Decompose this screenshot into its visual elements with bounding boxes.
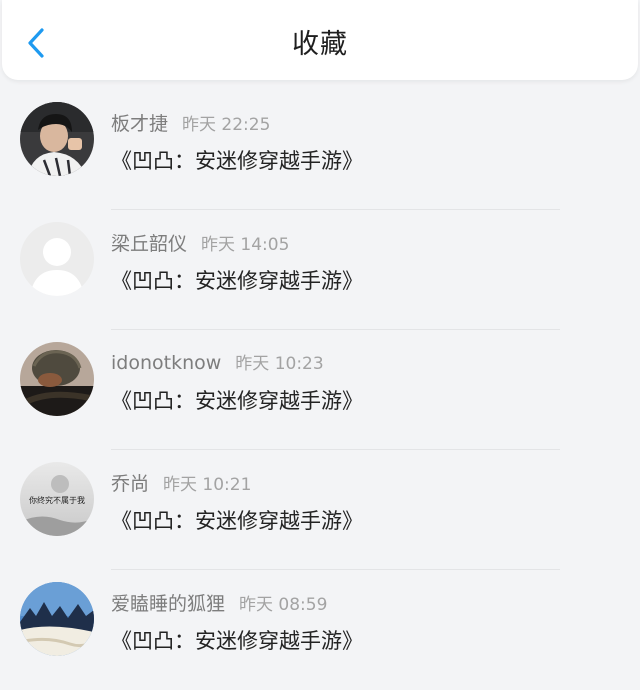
user-name[interactable]: 爱瞌睡的狐狸	[111, 593, 225, 615]
timestamp: 昨天 08:59	[239, 595, 328, 615]
list-item[interactable]: idonotknow 昨天 10:23 《凹凸：安迷修穿越手游》	[0, 330, 640, 450]
top-bar: 收藏	[2, 0, 638, 80]
user-name[interactable]: 梁丘韶仪	[111, 233, 187, 255]
user-name[interactable]: idonotknow	[111, 352, 221, 374]
timestamp: 昨天 10:23	[235, 354, 324, 374]
avatar[interactable]: 你终究不属于我	[20, 462, 94, 536]
timestamp: 昨天 14:05	[201, 235, 290, 255]
item-title[interactable]: 《凹凸：安迷修穿越手游》	[111, 385, 363, 415]
item-title[interactable]: 《凹凸：安迷修穿越手游》	[111, 625, 363, 655]
favorites-list: 板才捷 昨天 22:25 《凹凸：安迷修穿越手游》 梁丘韶仪 昨天 14:05 《凹…	[0, 90, 640, 690]
timestamp: 昨天 10:21	[163, 475, 252, 495]
item-meta: 梁丘韶仪 昨天 14:05	[111, 229, 289, 256]
page-title: 收藏	[292, 29, 348, 60]
item-meta: 爱瞌睡的狐狸 昨天 08:59	[111, 589, 327, 616]
item-title[interactable]: 《凹凸：安迷修穿越手游》	[111, 265, 363, 295]
item-meta: idonotknow 昨天 10:23	[111, 349, 324, 374]
item-meta: 乔尚 昨天 10:21	[111, 469, 251, 496]
list-item[interactable]: 爱瞌睡的狐狸 昨天 08:59 《凹凸：安迷修穿越手游》	[0, 570, 640, 690]
user-name[interactable]: 板才捷	[111, 113, 168, 135]
avatar[interactable]	[20, 222, 94, 296]
timestamp: 昨天 22:25	[182, 115, 271, 135]
avatar[interactable]	[20, 102, 94, 176]
list-item[interactable]: 你终究不属于我 乔尚 昨天 10:21 《凹凸：安迷修穿越手游》	[0, 450, 640, 570]
list-item[interactable]: 梁丘韶仪 昨天 14:05 《凹凸：安迷修穿越手游》	[0, 210, 640, 330]
avatar[interactable]	[20, 342, 94, 416]
list-item[interactable]: 板才捷 昨天 22:25 《凹凸：安迷修穿越手游》	[0, 90, 640, 210]
user-name[interactable]: 乔尚	[111, 473, 149, 495]
avatar-caption: 你终究不属于我	[29, 495, 85, 505]
item-title[interactable]: 《凹凸：安迷修穿越手游》	[111, 145, 363, 175]
item-meta: 板才捷 昨天 22:25	[111, 109, 270, 136]
item-title[interactable]: 《凹凸：安迷修穿越手游》	[111, 505, 363, 535]
avatar[interactable]	[20, 582, 94, 656]
